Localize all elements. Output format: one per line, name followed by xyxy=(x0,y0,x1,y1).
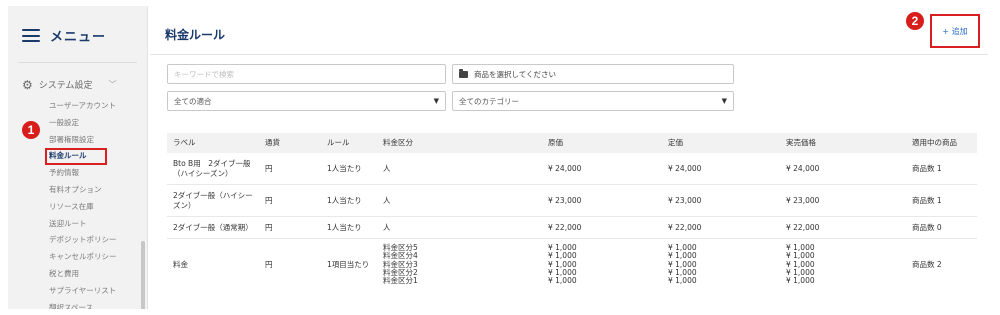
step-badge-2: 2 xyxy=(906,12,924,30)
menu-title: メニュー xyxy=(50,30,107,45)
cell-tier: 人 xyxy=(383,222,391,232)
sidebar-item-department-permissions[interactable]: 部署権限設定 xyxy=(48,132,117,149)
cost-item: ¥ 1,000 xyxy=(548,276,577,286)
sidebar-item-supplier-list[interactable]: サプライヤーリスト xyxy=(48,283,117,300)
sidebar-item-transfer-routes[interactable]: 送迎ルート xyxy=(48,216,117,233)
header-cost[interactable]: 原価 xyxy=(542,138,662,148)
cell-label: 2ダイブ一般（ハイシーズン） xyxy=(173,190,253,210)
product-select-label: 商品を選択してください xyxy=(474,69,557,79)
sidebar-scrollbar[interactable] xyxy=(141,241,145,309)
search-input[interactable]: キーワードで検索 xyxy=(167,64,446,84)
store-select-value: 全ての適合 xyxy=(174,96,212,106)
sale-price-item: ¥ 1,000 xyxy=(786,276,815,286)
hamburger-icon[interactable] xyxy=(22,29,40,42)
cell-products: 商品数 1 xyxy=(912,195,942,205)
caret-down-icon: ▼ xyxy=(721,97,727,105)
header-sale-price[interactable]: 実売価格 xyxy=(780,138,906,148)
menu-divider xyxy=(18,62,137,63)
sidebar-item-deposit-policy[interactable]: デポジットポリシー xyxy=(48,232,117,249)
category-select[interactable]: 全てのカテゴリー ▼ xyxy=(452,91,734,111)
cell-rule: 1人当たり xyxy=(327,195,362,205)
cell-cost: ¥ 23,000 xyxy=(548,195,582,205)
tier-item: 料金区分1 xyxy=(383,276,418,286)
table-row[interactable]: 料金 円 1項目当たり 料金区分5 料金区分4 料金区分3 料金区分2 料金区分… xyxy=(167,239,977,289)
cell-currency: 円 xyxy=(265,195,273,205)
cell-currency: 円 xyxy=(265,260,273,269)
sidebar-item-paid-options[interactable]: 有料オプション xyxy=(48,182,117,199)
cell-cost: ¥ 24,000 xyxy=(548,163,582,173)
cell-cost: ¥ 22,000 xyxy=(548,222,582,232)
header-tier[interactable]: 料金区分 xyxy=(377,138,542,148)
sidebar-item-pricing-rules[interactable]: 料金ルール xyxy=(45,148,107,166)
cell-tier: 人 xyxy=(383,195,391,205)
system-settings-label: システム設定 xyxy=(38,81,93,91)
system-settings-group[interactable]: ⚙ システム設定 ﹀ xyxy=(22,77,117,92)
cell-cost-list: ¥ 1,000 ¥ 1,000 ¥ 1,000 ¥ 1,000 ¥ 1,000 xyxy=(542,243,662,286)
gear-icon: ⚙ xyxy=(22,77,33,92)
cell-rule: 1人当たり xyxy=(327,163,362,173)
main-content: 料金ルール + 追加 キーワードで検索 商品を選択してください 全ての適合 ▼ … xyxy=(150,6,988,309)
sidebar-item-tax-and-fees[interactable]: 税と費用 xyxy=(48,266,117,283)
cell-rule: 1項目当たり xyxy=(327,260,370,269)
header-label[interactable]: ラベル xyxy=(167,138,259,148)
cell-list-price-list: ¥ 1,000 ¥ 1,000 ¥ 1,000 ¥ 1,000 ¥ 1,000 xyxy=(662,243,780,286)
cell-list-price: ¥ 24,000 xyxy=(668,163,702,173)
cell-products: 商品数 2 xyxy=(912,260,942,269)
cell-sale-price: ¥ 24,000 xyxy=(786,163,820,173)
list-price-item: ¥ 1,000 xyxy=(668,276,697,286)
cell-sale-price-list: ¥ 1,000 ¥ 1,000 ¥ 1,000 ¥ 1,000 ¥ 1,000 xyxy=(780,243,906,286)
add-button[interactable]: + 追加 xyxy=(930,14,980,48)
cell-currency: 円 xyxy=(265,222,273,232)
header-currency[interactable]: 通貨 xyxy=(259,138,321,148)
table-header: ラベル 通貨 ルール 料金区分 原価 定価 実売価格 適用中の商品 xyxy=(167,133,977,153)
cell-products: 商品数 1 xyxy=(912,163,942,173)
product-select[interactable]: 商品を選択してください xyxy=(452,64,734,84)
header-list-price[interactable]: 定価 xyxy=(662,138,780,148)
sidebar-item-reservations[interactable]: 予約情報 xyxy=(48,165,117,182)
title-divider xyxy=(150,54,988,55)
cell-label: 料金 xyxy=(173,260,188,269)
cell-tier: 人 xyxy=(383,163,391,173)
cell-list-price: ¥ 22,000 xyxy=(668,222,702,232)
folder-icon xyxy=(459,68,468,78)
sidebar-item-general-settings[interactable]: 一般設定 xyxy=(48,115,117,132)
cell-list-price: ¥ 23,000 xyxy=(668,195,702,205)
cell-tier-list: 料金区分5 料金区分4 料金区分3 料金区分2 料金区分1 xyxy=(377,243,542,286)
sidebar: メニュー ⚙ システム設定 ﹀ ユーザーアカウント 一般設定 部署権限設定 料金… xyxy=(8,6,148,309)
store-select[interactable]: 全ての適合 ▼ xyxy=(167,91,446,111)
table-row[interactable]: 2ダイブ一般（通常期） 円 1人当たり 人 ¥ 22,000 ¥ 22,000 … xyxy=(167,217,977,239)
chevron-down-icon[interactable]: ﹀ xyxy=(109,79,117,90)
cell-label: 2ダイブ一般（通常期） xyxy=(173,222,253,232)
header-products[interactable]: 適用中の商品 xyxy=(906,138,977,148)
table-row[interactable]: Bto B用 2ダイブ一般（ハイシーズン） 円 1人当たり 人 ¥ 24,000… xyxy=(167,153,977,185)
pricing-rules-table: ラベル 通貨 ルール 料金区分 原価 定価 実売価格 適用中の商品 Bto B用… xyxy=(167,133,977,289)
sidebar-item-translation-space[interactable]: 翻訳スペース xyxy=(48,300,117,309)
menu-header[interactable]: メニュー xyxy=(22,26,106,45)
cell-products: 商品数 0 xyxy=(912,222,942,232)
sidebar-item-resource-stock[interactable]: リソース在庫 xyxy=(48,199,117,216)
page-title: 料金ルール xyxy=(165,28,226,42)
table-row[interactable]: 2ダイブ一般（ハイシーズン） 円 1人当たり 人 ¥ 23,000 ¥ 23,0… xyxy=(167,185,977,217)
sidebar-item-cancel-policy[interactable]: キャンセルポリシー xyxy=(48,249,117,266)
sidebar-item-user-account[interactable]: ユーザーアカウント xyxy=(48,98,117,115)
cell-label: Bto B用 2ダイブ一般（ハイシーズン） xyxy=(173,158,251,178)
cell-sale-price: ¥ 22,000 xyxy=(786,222,820,232)
cell-sale-price: ¥ 23,000 xyxy=(786,195,820,205)
category-select-value: 全てのカテゴリー xyxy=(459,96,519,106)
step-badge-1: 1 xyxy=(22,121,40,139)
cell-rule: 1人当たり xyxy=(327,222,362,232)
sidebar-nav: ユーザーアカウント 一般設定 部署権限設定 料金ルール 予約情報 有料オプション… xyxy=(45,98,117,309)
cell-currency: 円 xyxy=(265,163,273,173)
header-rule[interactable]: ルール xyxy=(321,138,377,148)
caret-down-icon: ▼ xyxy=(433,97,439,105)
